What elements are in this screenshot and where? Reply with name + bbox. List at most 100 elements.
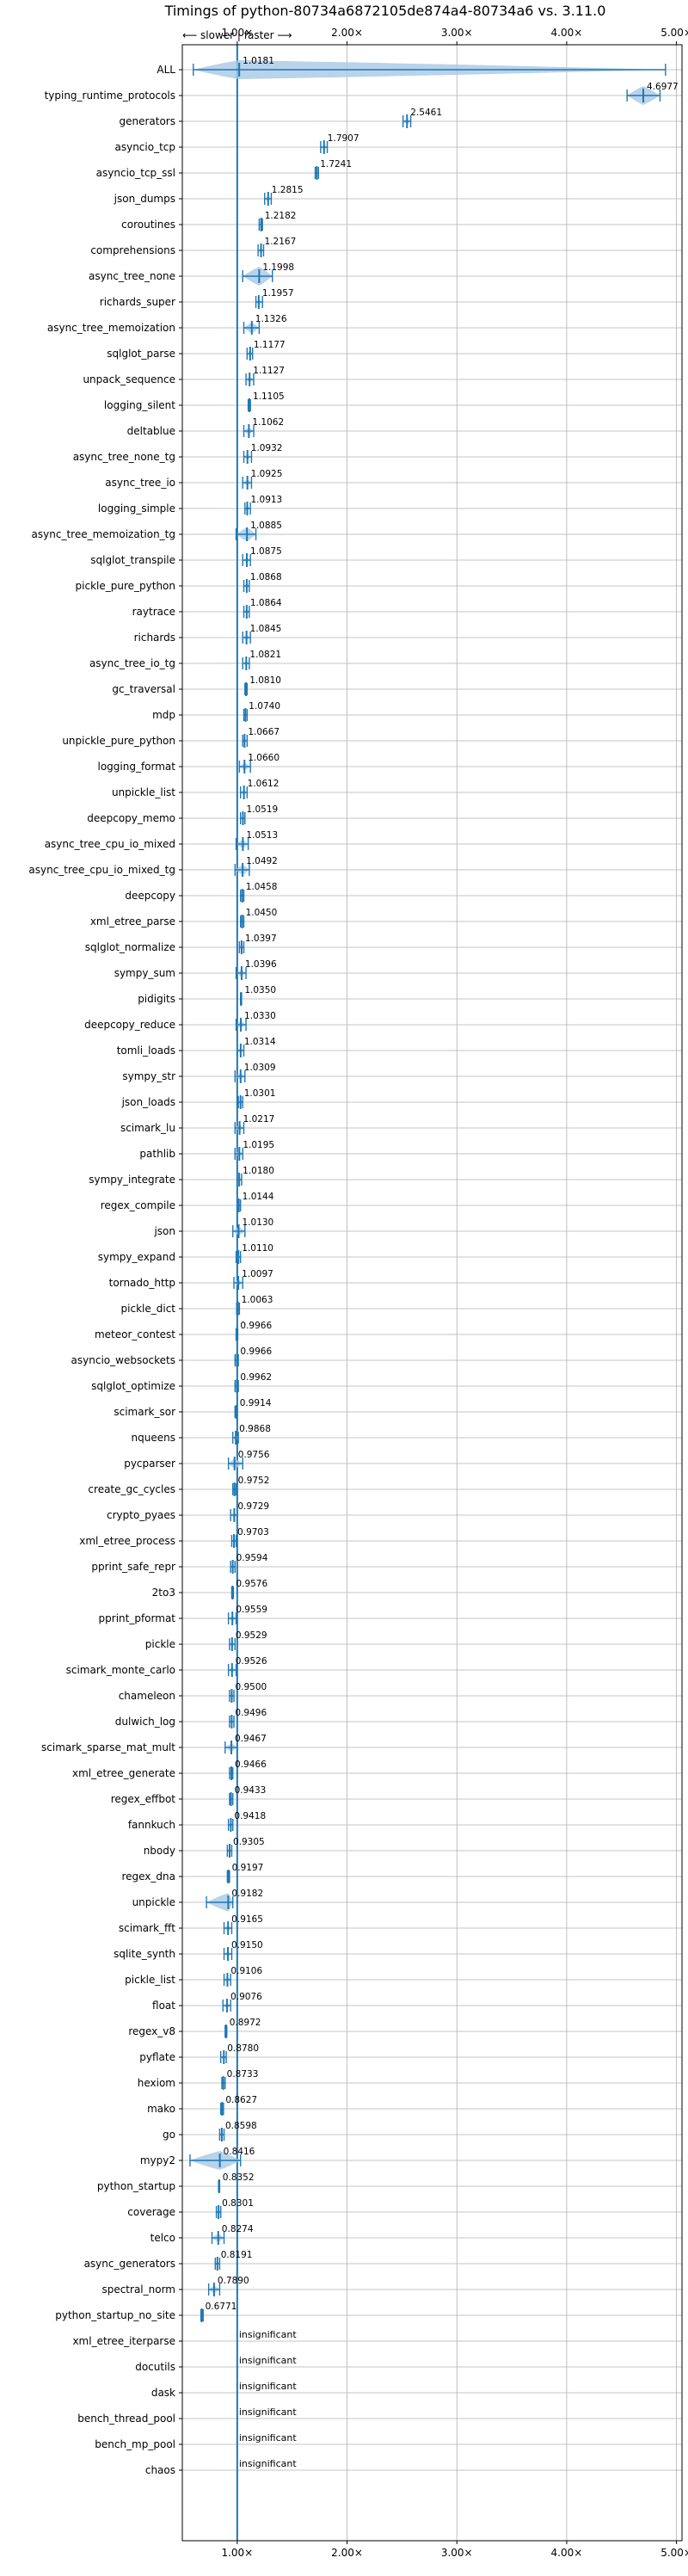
value-label: 0.7890 — [218, 2276, 249, 2286]
benchmark-label: python_startup_no_site — [55, 2309, 175, 2321]
benchmark-label: logging_simple — [98, 502, 175, 515]
benchmark-label: richards — [134, 632, 175, 644]
value-label: 0.9182 — [231, 1889, 263, 1899]
value-label: 0.9752 — [238, 1476, 270, 1486]
benchmark-label: sqlglot_normalize — [85, 941, 175, 953]
value-label: 2.5461 — [410, 108, 442, 118]
benchmark-label: dask — [151, 2387, 175, 2399]
benchmark-label: scimark_sor — [114, 1406, 175, 1418]
value-label: 1.0217 — [243, 1114, 275, 1125]
value-label: 0.9305 — [233, 1837, 265, 1847]
benchmark-label: richards_super — [100, 296, 175, 308]
benchmark-label: nqueens — [132, 1432, 175, 1444]
value-label: 0.9756 — [238, 1450, 270, 1460]
benchmark-label: xml_etree_generate — [72, 1767, 175, 1779]
benchmark-label: bench_mp_pool — [95, 2438, 175, 2450]
benchmark-label: meteor_contest — [95, 1328, 175, 1340]
x-tick-label-top: 4.00× — [551, 27, 583, 39]
benchmark-label: async_tree_none — [89, 270, 175, 282]
value-label: 0.9466 — [235, 1759, 267, 1770]
value-label: 0.9150 — [231, 1940, 263, 1950]
value-label: 1.0144 — [243, 1192, 274, 1202]
x-tick-label-bottom: 2.00× — [331, 2547, 363, 2559]
benchmark-label: deepcopy_reduce — [84, 1019, 175, 1031]
value-label: 0.9197 — [232, 1863, 264, 1873]
benchmark-label: pycparser — [124, 1457, 175, 1470]
x-tick-label-bottom: 4.00× — [551, 2547, 583, 2559]
value-label: 0.8191 — [221, 2250, 253, 2260]
value-label: 0.9868 — [239, 1424, 271, 1434]
x-tick-label-top: 2.00× — [331, 27, 363, 39]
benchmark-label: create_gc_cycles — [88, 1483, 175, 1495]
value-label: 1.0309 — [244, 1063, 276, 1073]
value-label: 1.0301 — [244, 1088, 276, 1099]
value-label: 1.0350 — [244, 985, 276, 995]
benchmark-label: mdp — [152, 709, 175, 721]
value-label: 1.0845 — [250, 624, 282, 634]
benchmark-label: async_tree_io — [105, 477, 175, 489]
benchmark-label: async_tree_cpu_io_mixed_tg — [28, 864, 175, 876]
benchmark-label: pprint_pformat — [99, 1612, 176, 1624]
benchmark-label: coverage — [127, 2206, 175, 2218]
value-label: 0.9966 — [240, 1321, 272, 1331]
benchmark-label: logging_silent — [104, 399, 175, 411]
benchmark-label: raytrace — [132, 606, 175, 618]
value-label: 0.8274 — [222, 2224, 254, 2234]
benchmark-label: sqlite_synth — [114, 1948, 175, 1960]
benchmark-label: deepcopy_memo — [87, 812, 175, 824]
benchmark-label: ALL — [157, 64, 175, 76]
benchmark-label: async_tree_memoization — [47, 322, 175, 334]
value-label: 0.8627 — [225, 2095, 257, 2105]
value-label: 1.0519 — [246, 804, 278, 815]
value-label: 1.7907 — [328, 133, 359, 144]
benchmark-label: scimark_monte_carlo — [66, 1664, 175, 1676]
value-label: 1.7241 — [320, 159, 352, 169]
value-label: 1.1957 — [262, 288, 294, 299]
value-label: 1.0612 — [248, 779, 280, 789]
benchmark-label: 2to3 — [152, 1587, 175, 1599]
value-label: 1.0396 — [245, 959, 277, 970]
value-label: 1.0810 — [249, 675, 281, 686]
value-label: 0.9165 — [231, 1914, 263, 1925]
benchmark-label: async_tree_none_tg — [73, 451, 175, 463]
value-label: 1.2167 — [265, 237, 297, 247]
benchmark-label: asyncio_tcp — [114, 141, 175, 153]
benchmark-label: json_loads — [121, 1096, 175, 1108]
value-label: 0.9500 — [235, 1682, 267, 1692]
benchmark-label: generators — [119, 115, 175, 127]
benchmark-label: deltablue — [127, 425, 175, 437]
benchmark-label: bench_thread_pool — [77, 2413, 175, 2425]
benchmark-label: pickle_dict — [121, 1303, 176, 1315]
value-label: 1.0314 — [244, 1037, 276, 1047]
value-label: 0.9418 — [234, 1811, 266, 1821]
benchmark-label: sympy_str — [122, 1070, 175, 1082]
value-label: 1.0740 — [249, 701, 280, 712]
benchmark-label: pidigits — [138, 993, 175, 1005]
value-label: 1.0450 — [246, 908, 278, 918]
value-label: 1.1998 — [262, 262, 294, 273]
value-label: 1.1062 — [252, 417, 284, 428]
value-label: 0.9576 — [236, 1579, 267, 1589]
benchmark-label: regex_v8 — [128, 2025, 175, 2037]
value-label: 0.8733 — [227, 2069, 259, 2080]
timings-chart: 1.0181 4.6977 2.5461 1.7907 1.7241 1.2815 1.21… — [0, 0, 688, 2573]
benchmark-label: xml_etree_process — [79, 1535, 175, 1547]
value-label: 0.9914 — [240, 1398, 272, 1408]
benchmark-label: asyncio_tcp_ssl — [96, 167, 175, 179]
benchmark-label: float — [152, 2000, 175, 2012]
x-tick-label-bottom: 5.00× — [660, 2547, 688, 2559]
value-label: 0.8972 — [230, 2018, 261, 2028]
benchmark-label: telco — [150, 2232, 175, 2244]
chart-title: Timings of python-80734a6872105de874a4-8… — [164, 3, 606, 19]
benchmark-label: hexiom — [138, 2077, 175, 2089]
benchmark-label: unpickle — [132, 1896, 175, 1908]
benchmark-label: pickle — [145, 1638, 175, 1650]
benchmark-label: nbody — [144, 1845, 175, 1857]
benchmark-label: go — [163, 2129, 175, 2141]
benchmark-label: sympy_expand — [98, 1251, 175, 1263]
benchmark-label: mypy2 — [140, 2154, 175, 2166]
benchmark-label: pprint_safe_repr — [91, 1561, 175, 1573]
benchmark-label: sympy_integrate — [89, 1174, 175, 1186]
value-label: 1.0821 — [249, 650, 281, 660]
benchmark-label: comprehensions — [90, 244, 175, 256]
